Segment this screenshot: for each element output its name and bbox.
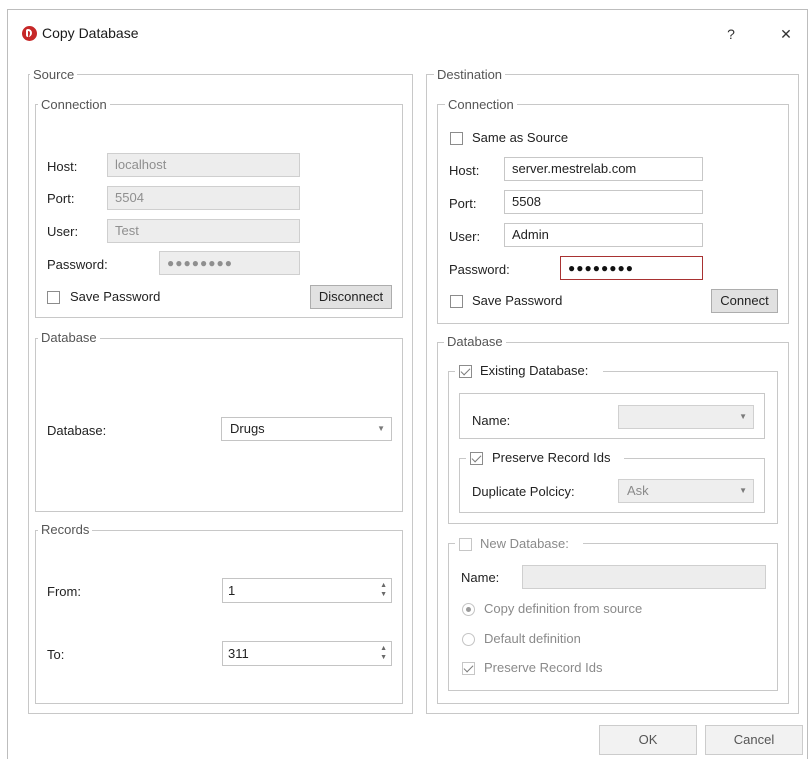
destination-connection-title: Connection: [445, 98, 517, 112]
source-database-value: Drugs: [230, 421, 265, 436]
records-title: Records: [38, 523, 93, 537]
spin-down-icon[interactable]: ▼: [380, 654, 387, 662]
new-preserve-record-ids-checkbox[interactable]: [462, 662, 475, 675]
chevron-down-icon: ▼: [377, 424, 385, 433]
dest-port-field[interactable]: 5508: [504, 190, 703, 214]
dest-user-label: User:: [449, 229, 481, 244]
records-group: [35, 530, 403, 704]
new-database-label: New Database:: [480, 536, 569, 551]
records-to-spinbox[interactable]: 311 ▲ ▼: [222, 641, 392, 666]
disconnect-button[interactable]: Disconnect: [310, 285, 392, 309]
dialog-title: Copy Database: [42, 25, 139, 41]
chevron-down-icon: ▼: [739, 412, 747, 421]
existing-database-checkbox[interactable]: [459, 365, 472, 378]
records-from-label: From:: [47, 584, 81, 599]
new-name-label: Name:: [461, 570, 500, 585]
default-definition-radio[interactable]: [462, 633, 475, 646]
chevron-down-icon: ▼: [739, 486, 747, 495]
same-as-source-label: Same as Source: [472, 130, 569, 145]
spin-up-icon[interactable]: ▲: [380, 582, 387, 590]
dest-password-label: Password:: [449, 262, 510, 277]
existing-database-label: Existing Database:: [480, 363, 589, 378]
records-to-value: 311: [228, 646, 249, 661]
spin-up-icon[interactable]: ▲: [380, 645, 387, 653]
duplicate-policy-value: Ask: [627, 483, 649, 498]
records-from-spinbox[interactable]: 1 ▲ ▼: [222, 578, 392, 603]
new-database-checkbox[interactable]: [459, 538, 472, 551]
source-user-field[interactable]: Test: [107, 219, 300, 243]
source-database-select[interactable]: Drugs ▼: [221, 417, 392, 441]
source-group-title: Source: [30, 68, 78, 82]
dest-user-field[interactable]: Admin: [504, 223, 703, 247]
source-save-password-checkbox[interactable]: [47, 291, 60, 304]
source-port-field[interactable]: 5504: [107, 186, 300, 210]
source-port-label: Port:: [47, 191, 75, 206]
dest-host-label: Host:: [449, 163, 480, 178]
close-button[interactable]: ✕: [776, 24, 796, 44]
ok-button[interactable]: OK: [599, 725, 697, 755]
dest-host-field[interactable]: server.mestrelab.com: [504, 157, 703, 181]
source-password-field[interactable]: ●●●●●●●●: [159, 251, 300, 275]
source-database-label: Database:: [47, 423, 107, 438]
same-as-source-checkbox[interactable]: [450, 132, 463, 145]
source-connection-title: Connection: [38, 98, 110, 112]
source-user-label: User:: [47, 224, 79, 239]
destination-group-title: Destination: [434, 68, 506, 82]
source-database-title: Database: [38, 331, 100, 345]
existing-name-label: Name:: [472, 413, 511, 428]
existing-name-select[interactable]: ▼: [618, 405, 754, 429]
connect-button[interactable]: Connect: [711, 289, 778, 313]
default-definition-label: Default definition: [484, 631, 581, 646]
dest-password-field[interactable]: ●●●●●●●●: [560, 256, 703, 280]
dest-save-password-label: Save Password: [472, 293, 563, 308]
spin-down-icon[interactable]: ▼: [380, 591, 387, 599]
duplicate-policy-label: Duplicate Polcicy:: [472, 484, 575, 499]
records-from-value: 1: [228, 583, 236, 598]
new-preserve-record-ids-label: Preserve Record Ids: [484, 660, 603, 675]
copy-definition-radio[interactable]: [462, 603, 475, 616]
copy-definition-label: Copy definition from source: [484, 601, 643, 616]
preserve-record-ids-label: Preserve Record Ids: [492, 450, 611, 465]
app-icon: [22, 26, 37, 41]
records-to-label: To:: [47, 647, 65, 662]
duplicate-policy-select[interactable]: Ask ▼: [618, 479, 754, 503]
source-host-label: Host:: [47, 159, 78, 174]
source-host-field[interactable]: localhost: [107, 153, 300, 177]
destination-database-title: Database: [444, 335, 506, 349]
source-save-password-label: Save Password: [70, 289, 161, 304]
dest-port-label: Port:: [449, 196, 477, 211]
new-name-field[interactable]: [522, 565, 766, 589]
help-button[interactable]: ?: [722, 24, 740, 44]
dest-save-password-checkbox[interactable]: [450, 295, 463, 308]
source-password-label: Password:: [47, 257, 108, 272]
cancel-button[interactable]: Cancel: [705, 725, 803, 755]
preserve-record-ids-checkbox[interactable]: [470, 452, 483, 465]
